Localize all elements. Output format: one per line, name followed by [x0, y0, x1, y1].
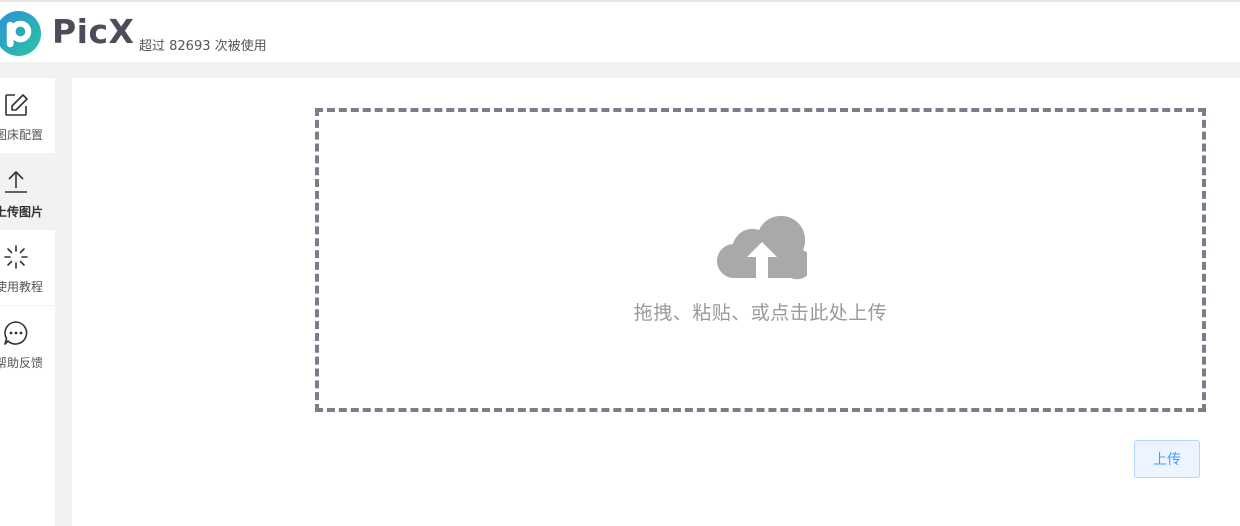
picx-logo-icon[interactable] [0, 10, 42, 57]
header: PicX 超过 82693 次被使用 [0, 0, 1240, 62]
sidebar-item-label: 上传图片 [0, 205, 44, 219]
sidebar-item-label: 图床配置 [0, 128, 44, 142]
chat-bubble-icon [4, 321, 28, 345]
upload-icon [5, 170, 27, 193]
brand-title: PicX [52, 12, 135, 51]
sidebar-item-upload[interactable]: 上传图片 [0, 155, 55, 230]
sidebar-item-label: 使用教程 [0, 280, 44, 294]
upload-dropzone[interactable]: 拖拽、粘贴、或点击此处上传 [315, 108, 1206, 412]
usage-count: 超过 82693 次被使用 [139, 39, 267, 54]
main-panel: 拖拽、粘贴、或点击此处上传 上传 [72, 78, 1240, 526]
sidebar: 图床配置 上传图片 使用教程 帮助反馈 [0, 78, 55, 526]
sidebar-item-tutorial[interactable]: 使用教程 [0, 230, 55, 305]
sidebar-item-feedback[interactable]: 帮助反馈 [0, 306, 55, 526]
sidebar-item-config[interactable]: 图床配置 [0, 78, 55, 153]
edit-icon [5, 94, 28, 116]
sidebar-item-label: 帮助反馈 [0, 356, 44, 370]
loading-spinner-icon [4, 245, 28, 269]
upload-button[interactable]: 上传 [1134, 440, 1200, 478]
dropzone-hint: 拖拽、粘贴、或点击此处上传 [633, 302, 888, 324]
cloud-upload-icon [717, 215, 807, 280]
